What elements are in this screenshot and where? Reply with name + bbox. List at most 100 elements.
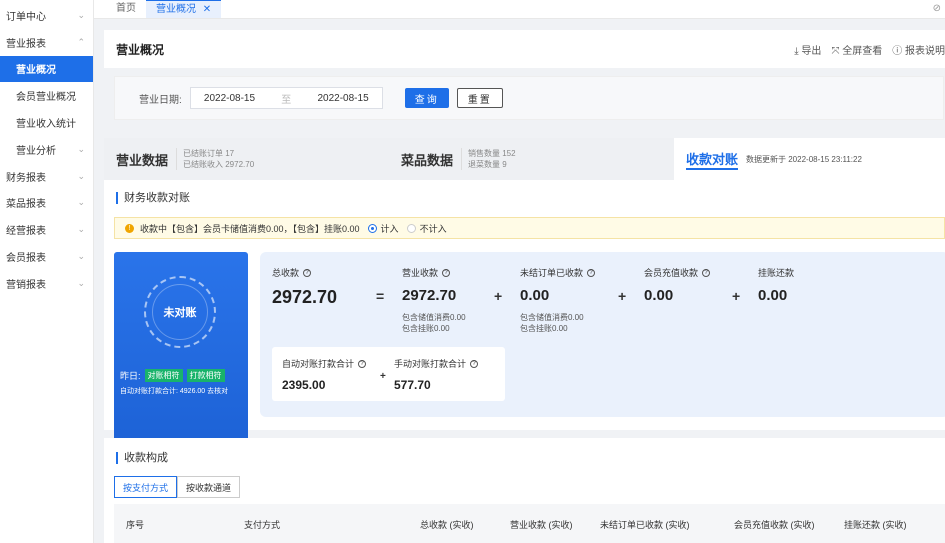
col-business: 营业收款 (实收) — [510, 520, 573, 530]
business-collection: 营业收款? 2972.70 包含储值消费0.00 包含挂账0.00 — [402, 266, 466, 334]
end-date[interactable]: 2022-08-15 — [317, 93, 368, 104]
tab-business-overview[interactable]: 营业概况 ✕ — [146, 0, 222, 18]
data-updated-time: 数据更新于 2022-08-15 23:11:22 — [746, 154, 862, 164]
manual-label: 手动对账打款合计 — [394, 359, 467, 369]
filter-bar: 营业日期: 2022-08-15 至 2022-08-15 查询 重置 — [114, 76, 944, 120]
unsettled-sub-stored: 包含储值消费0.00 — [520, 313, 584, 322]
unsettled-sub: 包含储值消费0.00 包含挂账0.00 — [520, 312, 595, 334]
report-help-button[interactable]: ⓘ 报表说明 — [892, 42, 945, 57]
sales-count: 销售数量 152 — [468, 149, 516, 158]
section-title: 收款构成 — [116, 452, 168, 464]
query-button[interactable]: 查询 — [404, 88, 449, 108]
auto-label: 自动对账打款合计 — [282, 359, 355, 369]
chevron-down-icon: ⌄ — [77, 9, 85, 20]
tab-by-channel[interactable]: 按收款通道 — [177, 476, 241, 498]
unsettled-value: 0.00 — [520, 287, 550, 304]
chevron-down-icon: ⌄ — [77, 197, 85, 208]
total-value: 2972.70 — [272, 287, 338, 307]
sidebar-item-business-analysis[interactable]: 营业分析 ⌄ — [0, 136, 93, 163]
radio-include[interactable]: 计入 — [367, 222, 399, 235]
fullscreen-button[interactable]: ⤧ 全屏查看 — [831, 42, 882, 57]
close-icon[interactable]: ✕ — [203, 4, 211, 15]
pin-icon[interactable]: ⊘ — [933, 3, 941, 14]
page-header: 营业概况 ⤓ 导出 ⤧ 全屏查看 ⓘ 报表说明 — [104, 30, 945, 68]
sidebar-item-member-reports[interactable]: 会员报表 ⌄ — [0, 243, 93, 270]
plus-sign: + — [618, 288, 627, 304]
sidebar-item-marketing-reports[interactable]: 营销报表 ⌄ — [0, 270, 93, 297]
credit-value: 0.00 — [758, 287, 788, 304]
total-collection: 总收款? 2972.70 — [272, 266, 337, 308]
tab-business-data[interactable]: 营业数据 已结账订单 17 已结账收入 2972.70 — [104, 138, 389, 180]
export-button[interactable]: ⤓ 导出 — [794, 42, 821, 57]
help-icon[interactable]: ? — [702, 268, 711, 277]
auto-payout: 自动对账打款合计? 2395.00 — [282, 357, 367, 392]
chevron-down-icon: ⌄ — [77, 251, 85, 262]
auto-total-link[interactable]: 自动对账打款合计: 4926.00 去核对 — [120, 386, 228, 396]
yesterday-row: 昨日: 对账相符 打款相符 — [120, 369, 225, 382]
header-actions: ⤓ 导出 ⤧ 全屏查看 ⓘ 报表说明 — [794, 42, 945, 57]
biz-sub-credit: 包含挂账0.00 — [402, 324, 450, 333]
dish-data-stats: 销售数量 152 退菜数量 9 — [461, 148, 516, 170]
manual-payout: 手动对账打款合计? 577.70 — [394, 357, 479, 392]
col-payment-method: 支付方式 — [244, 520, 281, 530]
collection-formula: 总收款? 2972.70 = 营业收款? 2972.70 包含储值消费0.00 … — [260, 252, 945, 417]
sidebar-item-business-overview[interactable]: 营业概况 — [0, 55, 93, 83]
reconciliation-panel: 财务收款对账 ! 收款中【包含】会员卡储值消费0.00，【包含】挂账0.00 计… — [104, 180, 945, 444]
settled-orders: 已结账订单 17 — [183, 149, 235, 158]
biz-sub-stored: 包含储值消费0.00 — [402, 313, 466, 322]
radio-exclude[interactable]: 不计入 — [406, 222, 447, 235]
sidebar-item-order-center[interactable]: 订单中心 ⌄ — [0, 2, 93, 29]
date-range-picker[interactable]: 2022-08-15 至 2022-08-15 — [189, 87, 383, 109]
sidebar-item-business-reports[interactable]: 营业报表 ⌃ — [0, 29, 93, 56]
page-title: 营业概况 — [116, 42, 165, 57]
sidebar-item-income-stats[interactable]: 营业收入统计 — [0, 109, 93, 136]
help-icon[interactable]: ? — [358, 359, 367, 368]
col-total: 总收款 (实收) — [420, 520, 474, 530]
sidebar-item-label: 会员营业概况 — [16, 92, 76, 104]
help-icon[interactable]: ? — [470, 359, 479, 368]
biz-label: 营业收款 — [402, 268, 439, 278]
sidebar-item-label: 营业报表 — [6, 38, 46, 50]
tab-label: 营业概况 — [156, 4, 196, 15]
notice-text: 收款中【包含】会员卡储值消费0.00，【包含】挂账0.00 — [140, 223, 360, 234]
plus-sign: + — [494, 288, 503, 304]
dish-data-title: 菜品数据 — [401, 152, 454, 168]
sidebar-item-dish-reports[interactable]: 菜品报表 ⌄ — [0, 190, 93, 217]
credit-label: 挂账还款 — [758, 268, 795, 278]
date-separator: 至 — [281, 94, 292, 106]
help-icon[interactable]: ? — [303, 268, 312, 277]
date-label: 营业日期: — [139, 94, 182, 106]
section-title: 财务收款对账 — [116, 192, 190, 204]
chevron-up-icon: ⌃ — [77, 36, 85, 47]
tab-home[interactable]: 首页 — [106, 0, 146, 18]
tab-payment-reconciliation[interactable]: 收款对账 数据更新于 2022-08-15 23:11:22 — [674, 138, 945, 180]
notice-bar: ! 收款中【包含】会员卡储值消费0.00，【包含】挂账0.00 计入 不计入 — [114, 217, 945, 239]
settled-income: 已结账收入 2972.70 — [183, 160, 255, 169]
col-member-recharge: 会员充值收款 (实收) — [734, 520, 815, 530]
tab-dish-data[interactable]: 菜品数据 销售数量 152 退菜数量 9 — [389, 138, 674, 180]
chevron-down-icon: ⌄ — [77, 170, 85, 181]
sidebar-item-finance-reports[interactable]: 财务报表 ⌄ — [0, 163, 93, 190]
help-icon[interactable]: ? — [587, 268, 596, 277]
col-credit-repayment: 挂账还款 (实收) — [844, 520, 907, 530]
help-icon[interactable]: ? — [442, 268, 451, 277]
status-text: 未对账 — [152, 284, 208, 340]
sidebar-item-operation-reports[interactable]: 经营报表 ⌄ — [0, 216, 93, 243]
chevron-down-icon: ⌄ — [77, 277, 85, 288]
member-label: 会员充值收款 — [644, 268, 699, 278]
member-value: 0.00 — [644, 287, 674, 304]
return-count: 退菜数量 9 — [468, 160, 507, 169]
unsettled-sub-credit: 包含挂账0.00 — [520, 324, 568, 333]
warning-icon: ! — [125, 223, 134, 233]
reset-button[interactable]: 重置 — [456, 88, 503, 108]
tab-by-payment-method[interactable]: 按支付方式 — [114, 476, 178, 498]
radio-label: 计入 — [380, 223, 399, 234]
sidebar-item-label: 营业收入统计 — [16, 119, 76, 131]
credit-repayment: 挂账还款 0.00 — [758, 266, 794, 304]
plus-sign: + — [732, 288, 741, 304]
summary-tabs: 营业数据 已结账订单 17 已结账收入 2972.70 菜品数据 销售数量 15… — [104, 138, 945, 180]
start-date[interactable]: 2022-08-15 — [204, 93, 255, 104]
biz-value: 2972.70 — [402, 287, 457, 304]
reconciliation-status-card: 未对账 昨日: 对账相符 打款相符 自动对账打款合计: 4926.00 去核对 — [114, 252, 248, 444]
sidebar-item-member-overview[interactable]: 会员营业概况 — [0, 82, 93, 109]
